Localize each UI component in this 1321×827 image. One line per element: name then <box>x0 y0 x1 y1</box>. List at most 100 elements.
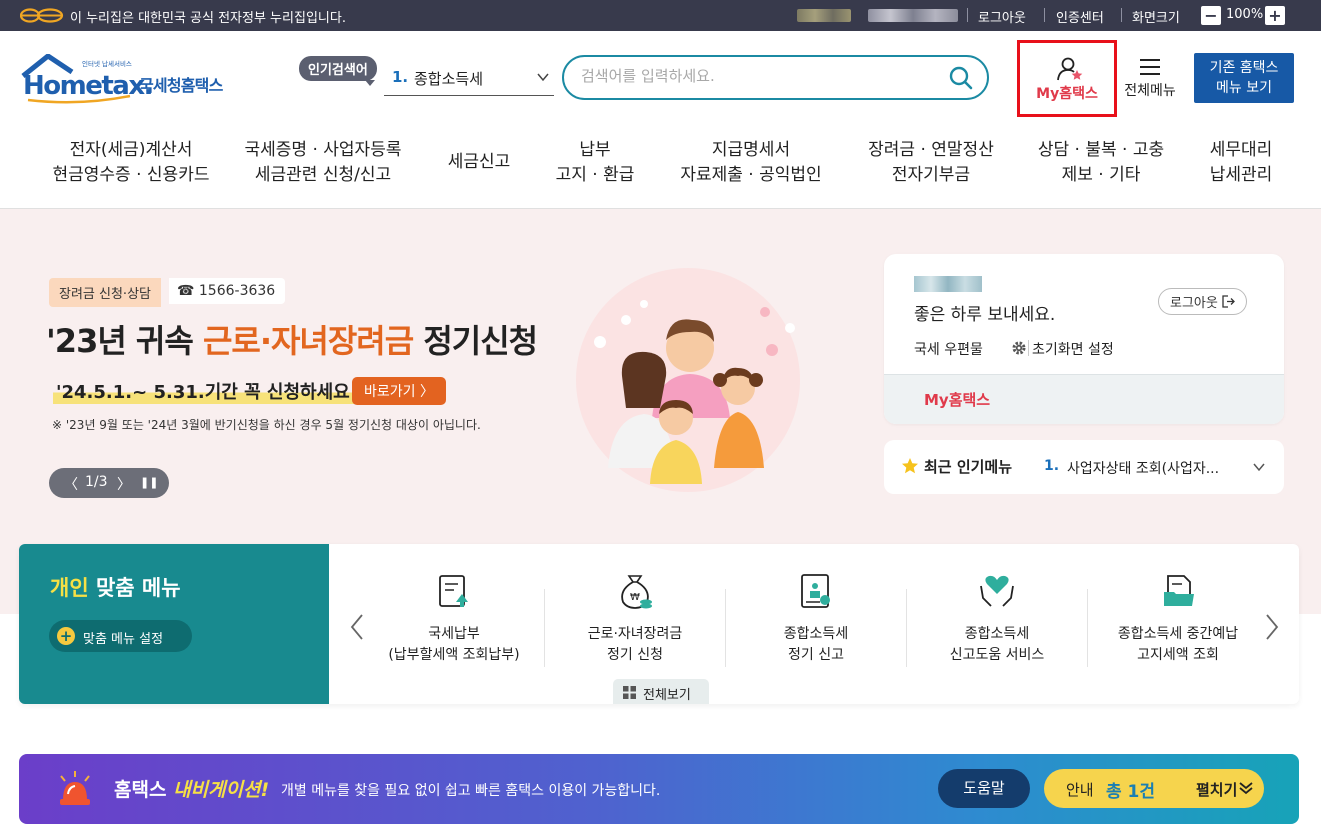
navigation-title: 홈택스 내비게이션! <box>114 775 269 802</box>
my-hometax-link[interactable]: My홈택스 <box>924 389 990 410</box>
logout-button[interactable]: 로그아웃 <box>1158 288 1247 315</box>
search-icon[interactable] <box>949 66 973 90</box>
old-home-line2: 메뉴 보기 <box>1216 80 1272 96</box>
custom-menu-setting-button[interactable]: + 맞춤 메뉴 설정 <box>49 620 192 652</box>
banner-pager: 〈 1/3 〉 ❚❚ <box>49 468 169 498</box>
banner-title-post: 정기신청 <box>413 322 538 360</box>
logout-icon <box>1222 295 1235 308</box>
chevron-down-icon <box>537 73 549 82</box>
gnb-line2: 전자기부금 <box>891 165 971 185</box>
pager-prev-button[interactable]: 〈 <box>64 474 78 494</box>
search-input[interactable] <box>581 67 931 85</box>
gnb-item-consult[interactable]: 상담 · 불복 · 고충 제보 · 기타 <box>1030 138 1172 188</box>
main-navigation: 전자(세금)계산서 현금영수증 · 신용카드 국세증명 · 사업자등록 세금관련 신… <box>0 120 1321 209</box>
gnb-item-incentive[interactable]: 장려금 · 연말정산 전자기부금 <box>856 138 1006 188</box>
custom-menu-title-highlight: 개인 <box>50 576 89 600</box>
gov-notice: 이 누리집은 대한민국 공식 전자정부 누리집입니다. <box>70 11 346 26</box>
heart-hands-icon <box>980 575 1014 607</box>
navigation-title-highlight: 내비게이션! <box>173 779 270 801</box>
divider <box>1121 8 1122 22</box>
init-setting-link[interactable]: 초기화면 설정 <box>1032 339 1114 359</box>
grid-icon <box>623 686 636 699</box>
service-line2: 정기 신고 <box>788 647 844 663</box>
plus-icon: + <box>57 627 75 645</box>
recent-menu-title: 최근 인기메뉴 <box>924 458 1013 476</box>
my-hometax-button[interactable]: My홈택스 <box>1017 40 1117 117</box>
service-line1: 근로·자녀장려금 <box>587 626 683 642</box>
zoom-in-button[interactable]: + <box>1265 6 1285 25</box>
all-menu-button[interactable]: 전체메뉴 <box>1119 56 1181 100</box>
logo-subtitle: 국세청홈택스 <box>139 76 224 95</box>
service-line2: (납부할세액 조회납부) <box>388 647 520 663</box>
recent-menu-item[interactable]: 사업자상태 조회(사업자... <box>1067 458 1219 478</box>
divider <box>967 8 968 22</box>
gnb-item-payment[interactable]: 납부 고지 · 환급 <box>545 138 645 188</box>
help-button[interactable]: 도움말 <box>938 769 1030 808</box>
gnb-line2: 납세관리 <box>1209 165 1273 185</box>
hometax-logo[interactable]: 인터넷 납세서비스 Hometax. 국세청홈택스 <box>20 53 235 106</box>
gov-topbar: 이 누리집은 대한민국 공식 전자정부 누리집입니다. 로그아웃 인증센터 화면… <box>0 0 1321 31</box>
logo-tagline: 인터넷 납세서비스 <box>82 59 132 68</box>
logout-link[interactable]: 로그아웃 <box>978 7 1026 26</box>
gnb-line2: 자료제출 · 공익법인 <box>680 165 822 185</box>
banner-tag: 장려금 신청·상담 <box>49 278 161 307</box>
custom-menu-title-rest: 맞춤 메뉴 <box>88 576 181 600</box>
user-info-masked <box>868 9 958 22</box>
gnb-item-tax-report[interactable]: 세금신고 <box>430 150 528 175</box>
banner-title-pre: '23년 귀속 <box>46 322 203 360</box>
notice-label: 안내 <box>1066 781 1094 799</box>
chevron-right-icon[interactable] <box>1264 613 1280 641</box>
chevron-left-icon[interactable] <box>349 613 365 641</box>
gnb-line2: 세금관련 신청/신고 <box>254 165 392 185</box>
recent-popular-menu[interactable]: 최근 인기메뉴 1. 사업자상태 조회(사업자... <box>884 440 1284 494</box>
service-tax-payment[interactable]: 국세납부 (납부할세액 조회납부) <box>364 544 544 704</box>
gnb-line1: 세무대리 <box>1209 140 1273 160</box>
popular-search-select[interactable]: 1. 종합소득세 <box>384 62 554 96</box>
custom-menu-header: 개인 맞춤 메뉴 + 맞춤 메뉴 설정 <box>19 544 329 704</box>
pager-pause-button[interactable]: ❚❚ <box>140 476 158 489</box>
login-panel: 좋은 하루 보내세요. 로그아웃 국세 우편물 초기화면 설정 My홈택스 <box>884 254 1284 424</box>
old-hometax-menu-button[interactable]: 기존 홈택스 메뉴 보기 <box>1194 53 1294 103</box>
gnb-item-payment-statement[interactable]: 지급명세서 자료제출 · 공익법인 <box>668 138 834 188</box>
service-interim-prepayment[interactable]: 종합소득세 중간예납 고지세액 조회 <box>1088 544 1268 704</box>
cert-center-link[interactable]: 인증센터 <box>1056 7 1104 26</box>
gnb-line1: 상담 · 불복 · 고충 <box>1037 140 1165 160</box>
gnb-item-certificate[interactable]: 국세증명 · 사업자등록 세금관련 신청/신고 <box>228 138 418 188</box>
chevron-down-icon[interactable] <box>1252 460 1266 474</box>
pager-next-button[interactable]: 〉 <box>117 474 131 494</box>
service-income-tax-report[interactable]: 종합소득세정기 신고 <box>726 544 906 704</box>
banner-title-highlight: 근로·자녀장려금 <box>202 322 414 360</box>
banner-subtitle: '24.5.1.~ 5.31.기간 꼭 신청하세요! <box>53 378 361 404</box>
custom-menu-title: 개인 맞춤 메뉴 <box>50 572 181 602</box>
popular-term: 종합소득세 <box>414 70 484 88</box>
custom-menu-setting-label: 맞춤 메뉴 설정 <box>83 632 164 647</box>
gnb-item-tax-agent[interactable]: 세무대리납세관리 <box>1198 138 1284 188</box>
gnb-line1: 납부 <box>579 140 611 160</box>
zoom-out-button[interactable]: − <box>1201 6 1221 25</box>
gnb-item-invoice[interactable]: 전자(세금)계산서 현금영수증 · 신용카드 <box>41 138 221 188</box>
banner-go-button[interactable]: 바로가기 〉 <box>352 377 446 405</box>
recent-menu-rank: 1. <box>1044 458 1060 474</box>
service-line1: 종합소득세 <box>783 626 849 642</box>
tax-mail-link[interactable]: 국세 우편물 <box>914 339 983 359</box>
hamburger-icon <box>1140 59 1160 75</box>
service-report-help[interactable]: 종합소득세 신고도움 서비스 <box>907 544 1087 704</box>
user-name-masked <box>914 276 982 292</box>
banner-phone: ☎ 1566-3636 <box>169 278 286 304</box>
hometax-navigation-banner: 홈택스 내비게이션! 개별 메뉴를 찾을 필요 없이 쉽고 빠른 홈택스 이용이… <box>19 754 1299 824</box>
banner-note: ※ '23년 9월 또는 '24년 3월에 반기신청을 하신 경우 5월 정기신… <box>52 418 481 432</box>
star-icon <box>902 458 918 474</box>
siren-icon <box>60 771 90 805</box>
divider <box>1028 340 1029 356</box>
notice-expand-button[interactable]: 안내 총 1건 펼치기 <box>1044 769 1264 808</box>
banner-title: '23년 귀속 근로·자녀장려금 정기신청 <box>46 316 538 362</box>
logout-label: 로그아웃 <box>1170 296 1218 311</box>
view-all-button[interactable]: 전체보기 <box>613 679 709 704</box>
greeting-text: 좋은 하루 보내세요. <box>914 305 1056 325</box>
user-star-icon <box>1057 57 1083 81</box>
custom-menu-panel: 개인 맞춤 메뉴 + 맞춤 메뉴 설정 국세납부 (납부할세액 조회납부) ₩ 근… <box>19 544 1299 704</box>
service-line1: 종합소득세 <box>964 626 1030 642</box>
double-chevron-down-icon <box>1239 782 1253 795</box>
my-hometax-footer[interactable]: My홈택스 <box>884 374 1284 424</box>
gear-icon <box>1012 341 1026 355</box>
